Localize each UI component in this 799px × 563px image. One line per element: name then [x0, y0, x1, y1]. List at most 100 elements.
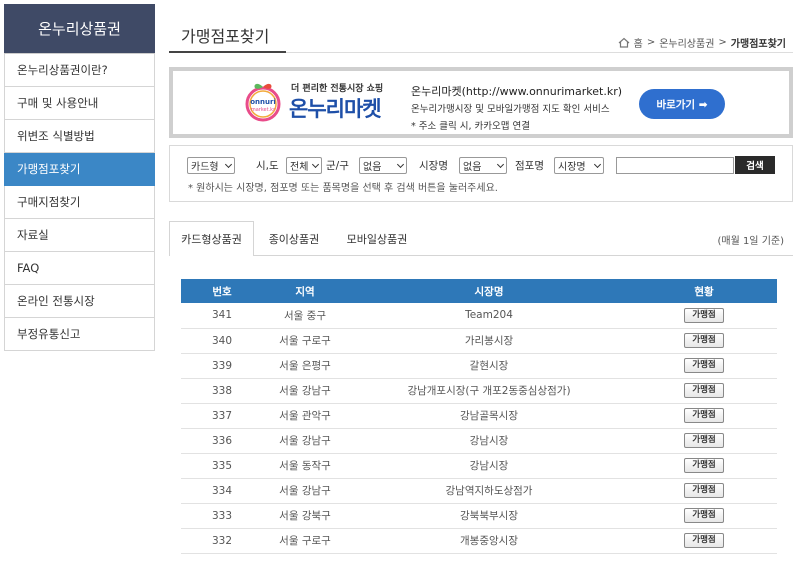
breadcrumb-home[interactable]: 홈 [634, 35, 643, 50]
search-hint: * 원하시는 시장명, 점포명 또는 품목명을 선택 후 검색 버튼을 눌러주세… [188, 183, 498, 194]
go-to-market-button[interactable]: 바로가기 ➡ [639, 89, 725, 119]
card-type-select[interactable]: 카드형 [187, 157, 235, 174]
market-select[interactable]: 없음 [459, 157, 507, 174]
sidebar-item-find-branch[interactable]: 구매지점찾기 [4, 186, 155, 219]
store-status-button[interactable]: 가맹점 [684, 383, 724, 398]
cell-region: 서울 관악구 [263, 403, 347, 429]
card-type-select-value: 카드형 [191, 162, 219, 173]
sidebar-item-find-store[interactable]: 가맹점포찾기 [4, 153, 155, 186]
store-status-button[interactable]: 가맹점 [684, 333, 724, 348]
table-row: 332 서울 구로구 개봉중앙시장 가맹점 [181, 528, 777, 554]
page-title: 가맹점포찾기 [169, 19, 286, 53]
store-status-button[interactable]: 가맹점 [684, 433, 724, 448]
cell-status: 가맹점 [631, 378, 777, 404]
banner-note: * 주소 클릭 시, 카카오맵 연결 [411, 121, 531, 132]
banner-brand: 온누리마켓 [289, 97, 382, 121]
cell-status: 가맹점 [631, 528, 777, 554]
column-header-market: 시장명 [347, 279, 631, 303]
cell-number: 333 [181, 503, 263, 529]
cell-market: 강북북부시장 [347, 503, 631, 529]
chevron-down-icon [496, 160, 505, 169]
cell-market: 개봉중앙시장 [347, 528, 631, 554]
cell-status: 가맹점 [631, 303, 777, 329]
table-row: 335 서울 동작구 강남시장 가맹점 [181, 453, 777, 479]
sidebar-item-online-market[interactable]: 온라인 전통시장 [4, 285, 155, 318]
cell-region: 서울 구로구 [263, 328, 347, 354]
sidebar-item-library[interactable]: 자료실 [4, 219, 155, 252]
store-status-button[interactable]: 가맹점 [684, 358, 724, 373]
sido-label: 시,도 [256, 160, 279, 172]
gungu-select[interactable]: 없음 [359, 157, 407, 174]
search-input[interactable] [616, 157, 734, 174]
column-header-status: 현황 [631, 279, 777, 303]
cell-number: 336 [181, 428, 263, 454]
cell-market: 강남시장 [347, 453, 631, 479]
cell-number: 339 [181, 353, 263, 379]
cell-status: 가맹점 [631, 403, 777, 429]
sidebar-item-counterfeit[interactable]: 위변조 식별방법 [4, 120, 155, 153]
cell-market: Team204 [347, 303, 631, 329]
breadcrumb: 홈 > 온누리상품권 > 가맹점포찾기 [618, 35, 786, 50]
banner-description: 온누리가맹시장 및 모바일가맹점 지도 확인 서비스 [411, 104, 610, 115]
svg-text:market.kr: market.kr [251, 107, 276, 113]
search-field-select[interactable]: 시장명 [554, 157, 604, 174]
sidebar-item-about[interactable]: 온누리상품권이란? [4, 54, 155, 87]
sidebar-title: 온누리상품권 [4, 4, 155, 54]
onnuri-market-banner[interactable]: onnuri market.kr 더 편리한 전통시장 쇼핑 온누리마켓 온누리… [169, 67, 793, 138]
sido-select-value: 전체 [290, 162, 309, 173]
cell-number: 332 [181, 528, 263, 554]
column-header-region: 지역 [263, 279, 347, 303]
table-row: 334 서울 강남구 강남역지하도상점가 가맹점 [181, 478, 777, 504]
cell-number: 337 [181, 403, 263, 429]
cell-status: 가맹점 [631, 478, 777, 504]
breadcrumb-separator: > [718, 37, 727, 48]
home-icon[interactable] [618, 37, 630, 48]
sidebar-item-purchase-guide[interactable]: 구매 및 사용안내 [4, 87, 155, 120]
search-button[interactable]: 검색 [735, 156, 775, 174]
cell-number: 340 [181, 328, 263, 354]
onnuri-market-logo: onnuri market.kr [245, 83, 281, 122]
tab-paper-voucher[interactable]: 종이상품권 [254, 221, 334, 256]
store-status-button[interactable]: 가맹점 [684, 307, 724, 323]
breadcrumb-current: 가맹점포찾기 [730, 39, 786, 50]
sidebar-item-report[interactable]: 부정유통신고 [4, 318, 155, 351]
cell-region: 서울 중구 [263, 303, 347, 329]
cell-number: 341 [181, 303, 263, 329]
search-panel: 카드형 시,도 전체 군/구 없음 시장명 없음 점포명 시장명 검색 * 원하… [169, 145, 793, 202]
store-table: 번호 지역 시장명 현황 341 서울 중구 Team204 가맹점 340 서울 구로구… [181, 279, 777, 554]
cell-market: 가리봉시장 [347, 328, 631, 354]
cell-number: 338 [181, 378, 263, 404]
store-status-button[interactable]: 가맹점 [684, 483, 724, 498]
table-row: 340 서울 구로구 가리봉시장 가맹점 [181, 328, 777, 354]
cell-number: 334 [181, 478, 263, 504]
store-status-button[interactable]: 가맹점 [684, 508, 724, 523]
sido-select[interactable]: 전체 [286, 157, 322, 174]
store-status-button[interactable]: 가맹점 [684, 458, 724, 473]
table-row: 341 서울 중구 Team204 가맹점 [181, 303, 777, 329]
breadcrumb-section[interactable]: 온누리상품권 [659, 35, 714, 50]
tab-card-voucher[interactable]: 카드형상품권 [169, 221, 254, 256]
sidebar-item-faq[interactable]: FAQ [4, 252, 155, 285]
cell-market: 갈현시장 [347, 353, 631, 379]
chevron-down-icon [224, 160, 233, 169]
cell-market: 강남개포시장(구 개포2동중심상점가) [347, 378, 631, 404]
tab-mobile-voucher[interactable]: 모바일상품권 [334, 221, 420, 256]
tab-note: (매월 1일 기준) [717, 236, 784, 247]
cell-market: 강남시장 [347, 428, 631, 454]
svg-text:onnuri: onnuri [250, 98, 276, 106]
store-status-button[interactable]: 가맹점 [684, 408, 724, 423]
tabs-divider [254, 255, 793, 256]
breadcrumb-separator: > [646, 37, 656, 48]
store-label: 점포명 [515, 160, 544, 172]
table-row: 336 서울 강남구 강남시장 가맹점 [181, 428, 777, 454]
table-row: 337 서울 관악구 강남골목시장 가맹점 [181, 403, 777, 429]
title-divider [286, 52, 793, 53]
store-status-button[interactable]: 가맹점 [684, 533, 724, 548]
market-select-value: 없음 [463, 162, 482, 173]
cell-region: 서울 강남구 [263, 378, 347, 404]
table-row: 333 서울 강북구 강북북부시장 가맹점 [181, 503, 777, 529]
cell-market: 강남골목시장 [347, 403, 631, 429]
table-header-row: 번호 지역 시장명 현황 [181, 279, 777, 303]
sidebar-nav: 온누리상품권 온누리상품권이란? 구매 및 사용안내 위변조 식별방법 가맹점포… [4, 4, 155, 351]
cell-region: 서울 은평구 [263, 353, 347, 379]
